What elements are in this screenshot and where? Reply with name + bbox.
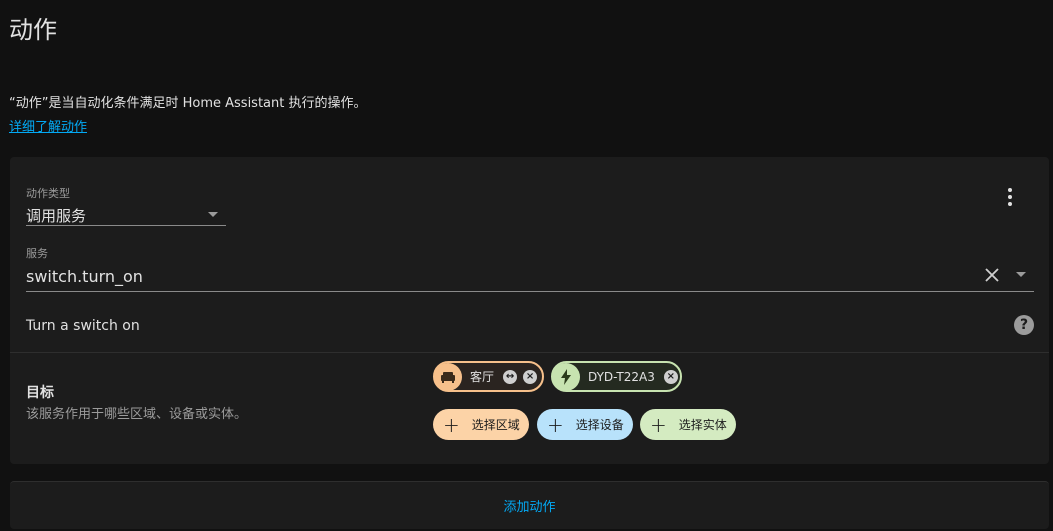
chevron-down-icon[interactable] [1016,272,1026,277]
service-description: Turn a switch on [26,318,140,334]
close-icon[interactable] [984,267,1000,283]
learn-more-link[interactable]: 详细了解动作 [9,116,87,135]
sofa-icon [434,362,462,391]
service-label: 服务 [26,247,48,260]
service-select[interactable]: 服务 switch.turn_on [26,245,1034,292]
expand-icon[interactable]: ↔ [503,369,518,384]
remove-icon[interactable]: × [663,369,678,384]
service-underline [26,291,1034,292]
action-type-value: 调用服务 [26,207,87,225]
action-type-label: 动作类型 [26,187,70,200]
action-card: 动作类型 调用服务 服务 switch.turn_on Turn a switc… [10,157,1049,464]
action-type-underline [26,225,226,226]
add-entity-label: 选择实体 [678,418,727,432]
lightning-icon [552,362,580,391]
target-title: 目标 [26,385,54,401]
plus-icon: + [650,412,667,437]
plus-icon: + [547,412,564,437]
chip-label: DYD-T22A3 [588,369,655,384]
intro-text: “动作”是当自动化条件满足时 Home Assistant 执行的操作。 [9,96,367,111]
action-type-select[interactable]: 动作类型 调用服务 [26,185,226,226]
add-area-label: 选择区域 [471,418,520,432]
add-action-button[interactable]: 添加动作 [503,496,555,515]
remove-icon[interactable]: × [523,369,538,384]
target-chip-area[interactable]: 客厅 ↔ × [433,361,544,392]
plus-icon: + [443,412,460,437]
add-action-bar: 添加动作 [10,481,1049,529]
chevron-down-icon [208,212,218,217]
page-title: 动作 [9,16,57,44]
add-entity-button[interactable]: + 选择实体 [640,409,736,440]
add-area-button[interactable]: + 选择区域 [433,409,529,440]
target-description: 该服务作用于哪些区域、设备或实体。 [26,407,248,422]
divider [10,352,1049,353]
more-options-icon[interactable] [1000,185,1020,209]
service-value: switch.turn_on [26,267,143,286]
add-device-label: 选择设备 [575,418,624,432]
chip-label: 客厅 [470,370,495,384]
help-icon[interactable]: ? [1014,315,1034,335]
target-chip-device[interactable]: DYD-T22A3 × [551,361,682,392]
add-device-button[interactable]: + 选择设备 [537,409,633,440]
